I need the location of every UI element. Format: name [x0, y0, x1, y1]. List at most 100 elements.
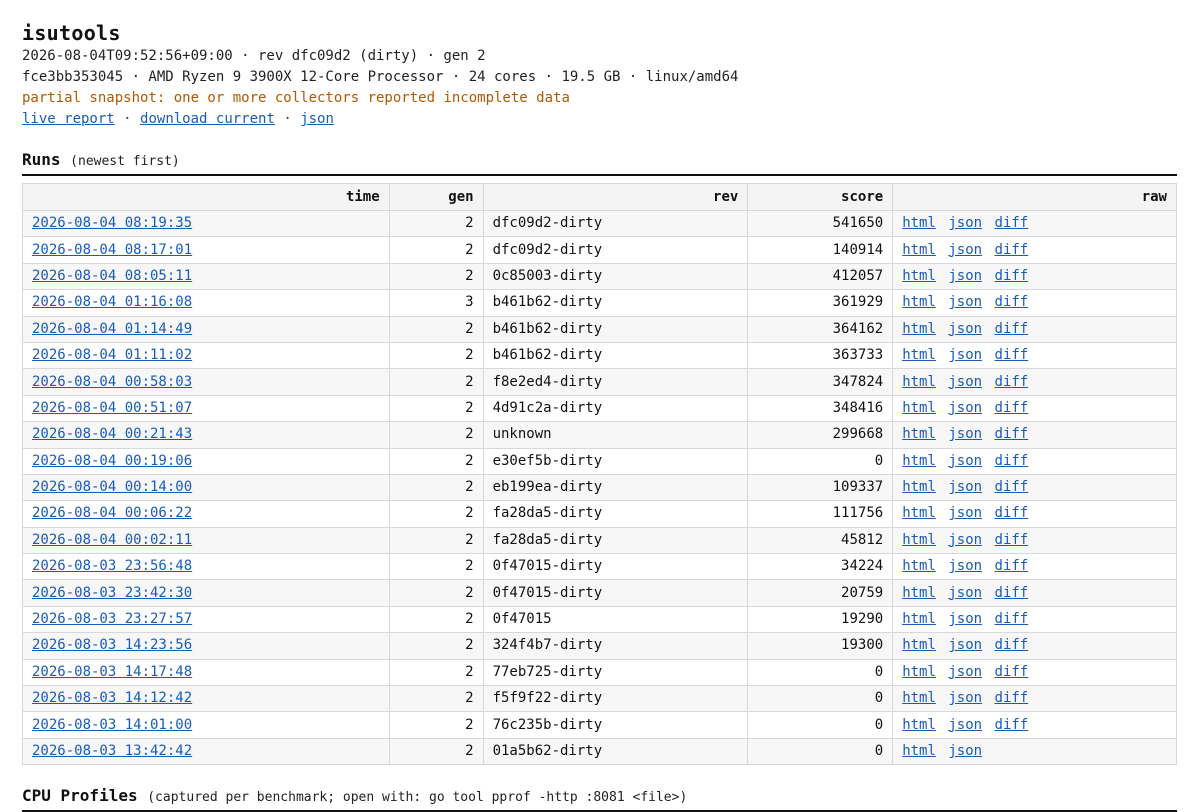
- raw-json-link[interactable]: json: [948, 637, 982, 653]
- raw-json-link[interactable]: json: [948, 558, 982, 574]
- rev-cell: dfc09d2-dirty: [482, 236, 749, 264]
- run-time-link[interactable]: 2026-08-04 00:02:11: [32, 532, 192, 548]
- raw-diff-link[interactable]: diff: [995, 294, 1029, 310]
- raw-html-link[interactable]: html: [902, 268, 936, 284]
- run-time-link[interactable]: 2026-08-03 23:42:30: [32, 585, 192, 601]
- rev-cell: b461b62-dirty: [482, 289, 749, 317]
- raw-json-link[interactable]: json: [948, 690, 982, 706]
- run-time-link[interactable]: 2026-08-04 01:16:08: [32, 294, 192, 310]
- run-time-link[interactable]: 2026-08-03 14:23:56: [32, 637, 192, 653]
- gen-cell: 2: [388, 579, 484, 607]
- score-cell: 0: [747, 711, 894, 739]
- raw-json-link[interactable]: json: [948, 400, 982, 416]
- json-link[interactable]: json: [300, 111, 334, 127]
- raw-json-link[interactable]: json: [948, 215, 982, 231]
- raw-diff-link[interactable]: diff: [995, 215, 1029, 231]
- raw-json-link[interactable]: json: [948, 374, 982, 390]
- raw-json-link[interactable]: json: [948, 743, 982, 759]
- raw-diff-link[interactable]: diff: [995, 664, 1029, 680]
- raw-diff-link[interactable]: diff: [995, 374, 1029, 390]
- run-time-link[interactable]: 2026-08-03 13:42:42: [32, 743, 192, 759]
- raw-html-link[interactable]: html: [902, 743, 936, 759]
- raw-cell: html json diff: [892, 632, 1177, 660]
- raw-diff-link[interactable]: diff: [995, 611, 1029, 627]
- rev-cell: 0c85003-dirty: [482, 262, 749, 291]
- run-time-link[interactable]: 2026-08-04 01:14:49: [32, 321, 192, 337]
- run-time-link[interactable]: 2026-08-04 00:51:07: [32, 400, 192, 416]
- time-cell: 2026-08-04 00:06:22: [22, 500, 390, 528]
- raw-diff-link[interactable]: diff: [995, 558, 1029, 574]
- run-time-link[interactable]: 2026-08-04 00:58:03: [32, 374, 192, 390]
- raw-json-link[interactable]: json: [948, 347, 982, 363]
- gen-cell: 3: [388, 289, 484, 317]
- run-time-link[interactable]: 2026-08-03 14:17:48: [32, 664, 192, 680]
- gen-cell: 2: [388, 711, 484, 739]
- run-time-link[interactable]: 2026-08-04 08:19:35: [32, 215, 192, 231]
- run-time-link[interactable]: 2026-08-04 00:19:06: [32, 453, 192, 469]
- raw-html-link[interactable]: html: [902, 347, 936, 363]
- raw-html-link[interactable]: html: [902, 294, 936, 310]
- download-current-link[interactable]: download current: [140, 111, 275, 127]
- time-cell: 2026-08-04 08:19:35: [22, 209, 390, 238]
- raw-json-link[interactable]: json: [948, 532, 982, 548]
- raw-json-link[interactable]: json: [948, 479, 982, 495]
- raw-json-link[interactable]: json: [948, 321, 982, 337]
- raw-json-link[interactable]: json: [948, 426, 982, 442]
- raw-html-link[interactable]: html: [902, 585, 936, 601]
- raw-html-link[interactable]: html: [902, 637, 936, 653]
- raw-diff-link[interactable]: diff: [995, 242, 1029, 258]
- raw-json-link[interactable]: json: [948, 505, 982, 521]
- raw-html-link[interactable]: html: [902, 664, 936, 680]
- run-time-link[interactable]: 2026-08-03 14:12:42: [32, 690, 192, 706]
- run-time-link[interactable]: 2026-08-04 00:06:22: [32, 505, 192, 521]
- raw-diff-link[interactable]: diff: [995, 268, 1029, 284]
- live-report-link[interactable]: live report: [22, 111, 115, 127]
- rev-cell: 01a5b62-dirty: [482, 737, 749, 766]
- run-time-link[interactable]: 2026-08-04 01:11:02: [32, 347, 192, 363]
- raw-html-link[interactable]: html: [902, 558, 936, 574]
- raw-html-link[interactable]: html: [902, 717, 936, 733]
- raw-json-link[interactable]: json: [948, 585, 982, 601]
- raw-html-link[interactable]: html: [902, 242, 936, 258]
- run-time-link[interactable]: 2026-08-04 08:17:01: [32, 242, 192, 258]
- raw-diff-link[interactable]: diff: [995, 505, 1029, 521]
- raw-json-link[interactable]: json: [948, 717, 982, 733]
- run-time-link[interactable]: 2026-08-04 00:14:00: [32, 479, 192, 495]
- raw-json-link[interactable]: json: [948, 664, 982, 680]
- raw-json-link[interactable]: json: [948, 611, 982, 627]
- raw-html-link[interactable]: html: [902, 453, 936, 469]
- raw-diff-link[interactable]: diff: [995, 637, 1029, 653]
- raw-diff-link[interactable]: diff: [995, 532, 1029, 548]
- raw-diff-link[interactable]: diff: [995, 585, 1029, 601]
- raw-diff-link[interactable]: diff: [995, 426, 1029, 442]
- raw-html-link[interactable]: html: [902, 321, 936, 337]
- raw-html-link[interactable]: html: [902, 400, 936, 416]
- raw-json-link[interactable]: json: [948, 242, 982, 258]
- raw-json-link[interactable]: json: [948, 294, 982, 310]
- raw-html-link[interactable]: html: [902, 690, 936, 706]
- raw-diff-link[interactable]: diff: [995, 321, 1029, 337]
- raw-json-link[interactable]: json: [948, 268, 982, 284]
- run-time-link[interactable]: 2026-08-04 08:05:11: [32, 268, 192, 284]
- raw-html-link[interactable]: html: [902, 611, 936, 627]
- raw-html-link[interactable]: html: [902, 479, 936, 495]
- run-time-link[interactable]: 2026-08-03 14:01:00: [32, 717, 192, 733]
- raw-cell: html json diff: [892, 605, 1177, 634]
- raw-html-link[interactable]: html: [902, 215, 936, 231]
- raw-diff-link[interactable]: diff: [995, 453, 1029, 469]
- raw-diff-link[interactable]: diff: [995, 479, 1029, 495]
- raw-diff-link[interactable]: diff: [995, 690, 1029, 706]
- run-time-link[interactable]: 2026-08-03 23:56:48: [32, 558, 192, 574]
- score-cell: 34224: [747, 553, 894, 581]
- run-time-link[interactable]: 2026-08-03 23:27:57: [32, 611, 192, 627]
- raw-diff-link[interactable]: diff: [995, 347, 1029, 363]
- raw-html-link[interactable]: html: [902, 374, 936, 390]
- raw-diff-link[interactable]: diff: [995, 717, 1029, 733]
- run-time-link[interactable]: 2026-08-04 00:21:43: [32, 426, 192, 442]
- app-title: isutools: [22, 21, 121, 45]
- raw-json-link[interactable]: json: [948, 453, 982, 469]
- raw-html-link[interactable]: html: [902, 426, 936, 442]
- raw-html-link[interactable]: html: [902, 532, 936, 548]
- raw-diff-link[interactable]: diff: [995, 400, 1029, 416]
- raw-html-link[interactable]: html: [902, 505, 936, 521]
